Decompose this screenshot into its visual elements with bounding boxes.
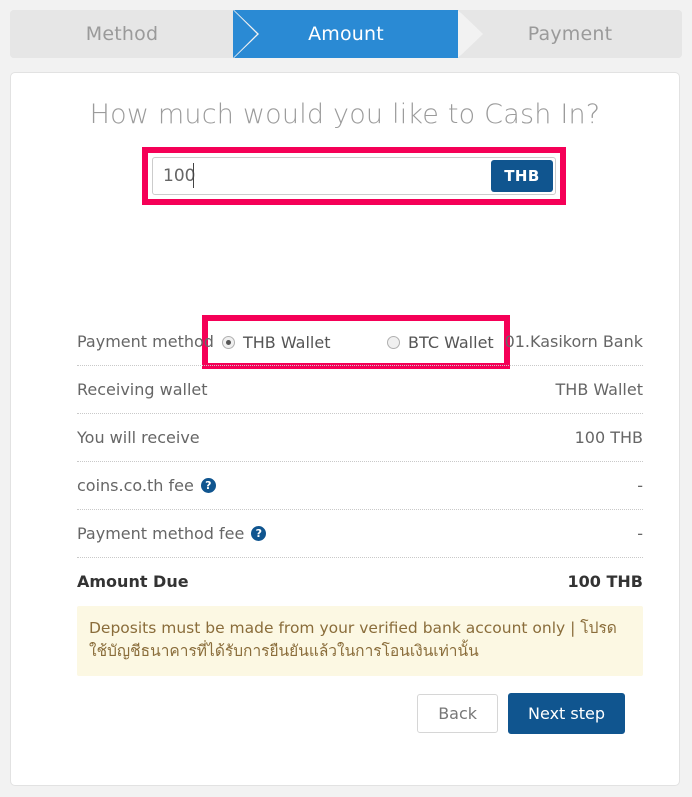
help-circle-icon[interactable]: ? <box>200 478 216 493</box>
table-row: You will receive 100 THB <box>77 414 643 462</box>
step-payment-label: Payment <box>527 23 613 45</box>
summary-label-you-will-receive: You will receive <box>77 428 200 447</box>
summary-value-receiving-wallet: THB Wallet <box>555 380 643 399</box>
step-amount[interactable]: Amount <box>233 10 483 58</box>
table-row: coins.co.th fee ? - <box>77 462 643 510</box>
summary-label-amount-due: Amount Due <box>77 572 189 591</box>
summary-value-payment-method-fee: - <box>637 524 643 543</box>
text-cursor <box>193 163 194 188</box>
summary-label-coins-fee: coins.co.th fee ? <box>77 476 216 495</box>
cash-in-card: How much would you like to Cash In? THB … <box>10 72 680 786</box>
help-circle-icon[interactable]: ? <box>251 526 267 541</box>
table-row: Payment method fee ? - <box>77 510 643 558</box>
back-button[interactable]: Back <box>417 694 499 733</box>
summary-table: Payment method 01.Kasikorn Bank Receivin… <box>77 318 643 605</box>
step-method-label: Method <box>85 23 159 45</box>
summary-label-coins-fee-text: coins.co.th fee <box>77 476 194 495</box>
table-row-amount-due: Amount Due 100 THB <box>77 558 643 605</box>
summary-value-coins-fee: - <box>637 476 643 495</box>
step-payment[interactable]: Payment <box>458 10 682 58</box>
amount-input[interactable] <box>153 158 491 194</box>
summary-label-payment-method-fee: Payment method fee ? <box>77 524 267 543</box>
step-amount-label: Amount <box>308 23 384 45</box>
summary-label-receiving-wallet: Receiving wallet <box>77 380 208 399</box>
next-step-button[interactable]: Next step <box>508 693 625 734</box>
summary-value-amount-due: 100 THB <box>567 572 643 591</box>
summary-label-payment-method-fee-text: Payment method fee <box>77 524 245 543</box>
amount-input-group[interactable]: THB <box>152 157 556 195</box>
summary-value-payment-method: 01.Kasikorn Bank <box>504 332 643 351</box>
table-row: Receiving wallet THB Wallet <box>77 366 643 414</box>
table-row: Payment method 01.Kasikorn Bank <box>77 318 643 366</box>
summary-value-you-will-receive: 100 THB <box>574 428 643 447</box>
page-title: How much would you like to Cash In? <box>89 99 601 130</box>
deposit-notice: Deposits must be made from your verified… <box>77 606 643 676</box>
step-active-left-chevron-icon <box>233 10 257 58</box>
step-breadcrumb: Method Amount Payment <box>10 10 682 58</box>
card-footer: Back Next step <box>417 693 625 734</box>
currency-button[interactable]: THB <box>491 160 553 192</box>
step-method[interactable]: Method <box>10 10 259 58</box>
summary-label-payment-method: Payment method <box>77 332 214 351</box>
